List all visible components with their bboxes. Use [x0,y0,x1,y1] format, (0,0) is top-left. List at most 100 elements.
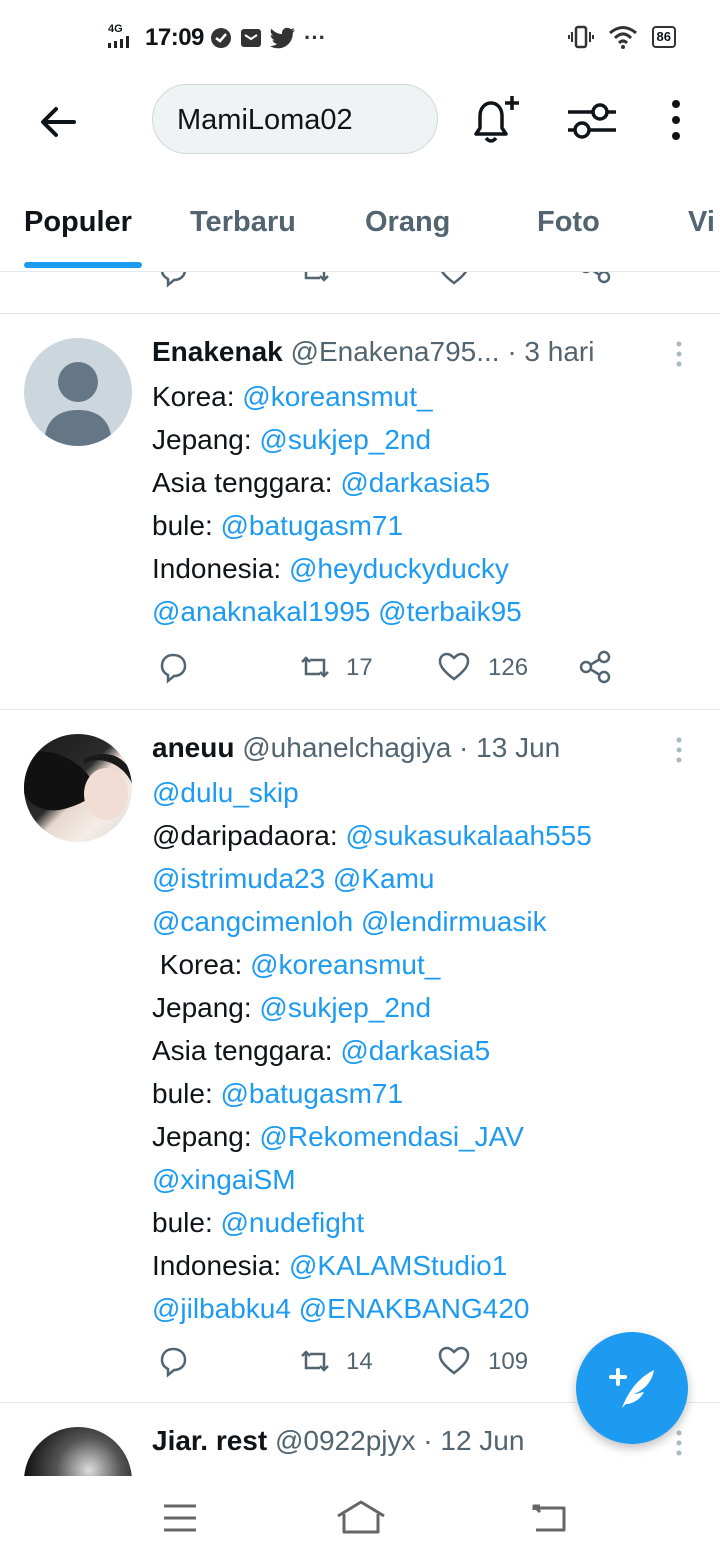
back-icon[interactable] [532,1502,568,1534]
tweet-text-line: Indonesia: @KALAMStudio1 [152,1249,507,1283]
tweet-text-line: Jepang: @Rekomendasi_JAV [152,1120,524,1154]
reply-icon[interactable] [156,272,190,288]
tab-terbaru[interactable]: Terbaru [190,206,296,239]
compose-tweet-button[interactable] [576,1332,688,1444]
user-handle[interactable]: @uhanelchagiya [242,732,451,763]
like-icon[interactable] [437,1344,471,1378]
back-arrow-icon[interactable] [36,100,80,144]
recent-apps-icon[interactable] [162,1502,198,1534]
text-segment: Korea: [152,949,251,980]
home-icon[interactable] [336,1498,386,1536]
mention-link[interactable]: @darkasia5 [340,467,490,498]
user-handle[interactable]: @Enakena795... [291,336,500,367]
like-icon[interactable] [437,272,471,288]
network-type: 4G [108,23,123,35]
mention-link[interactable]: @batugasm71 [221,1078,404,1109]
text-segment: Korea: [152,381,243,412]
mention-link[interactable]: @nudefight [221,1207,365,1238]
text-segment: bule: [152,510,221,541]
text-segment: Asia tenggara: [152,1035,341,1066]
tweet-time: · 13 Jun [459,732,561,763]
reply-icon[interactable] [156,650,190,684]
avatar[interactable] [24,734,132,842]
retweet-icon[interactable] [298,1344,332,1378]
tweet-text-line: Asia tenggara: @darkasia5 [152,466,490,500]
mention-link[interactable]: @sukjep_2nd [259,992,431,1023]
text-segment: Asia tenggara: [152,467,341,498]
text-segment: Jepang: [152,424,260,455]
tab-populer[interactable]: Populer [24,206,132,239]
retweet-icon[interactable] [298,272,332,288]
system-nav-bar [0,1476,720,1560]
tweet-feed[interactable]: 1 44 Enakenak @Enakena795... · 3 hari 17… [0,272,720,1476]
search-query: MamiLoma02 [177,104,353,136]
mention-link[interactable]: @Rekomendasi_JAV [259,1121,523,1152]
share-icon[interactable] [578,650,612,684]
partial-tweet-actions: 1 44 [0,272,720,294]
vibrate-icon [567,25,594,49]
tweet-text-line: Jepang: @sukjep_2nd [152,423,431,457]
tab-video[interactable]: Vi [688,206,715,239]
tweet-card[interactable]: Enakenak @Enakena795... · 3 hari 17 126 … [0,314,720,710]
status-bar: 4G 17:09 ··· 86 [0,0,720,78]
mention-link[interactable]: @sukasukalaah555 [345,820,591,851]
mention-link[interactable]: @cangcimenloh @lendirmuasik [152,906,547,937]
search-tabs: Populer Terbaru Orang Foto Vi [0,168,720,272]
tweet-text-line: @daripadaora: @sukasukalaah555 [152,819,592,853]
mention-link[interactable]: @koreansmut_ [250,949,440,980]
share-icon[interactable] [578,272,612,284]
check-circle-icon [211,28,231,48]
mention-link[interactable]: @heyduckyducky [289,553,509,584]
mention-link[interactable]: @jilbabku4 @ENAKBANG420 [152,1293,529,1324]
tweet-text-line: @dulu_skip [152,776,299,810]
tweet-header: Enakenak @Enakena795... · 3 hari [152,336,662,368]
avatar[interactable] [24,338,132,446]
reply-icon[interactable] [156,1344,190,1378]
mention-link[interactable]: @darkasia5 [340,1035,490,1066]
text-segment: @daripadaora: [152,820,346,851]
filter-sliders-icon[interactable] [566,98,618,144]
search-input[interactable]: MamiLoma02 [152,84,438,154]
tweet-text-line: bule: @batugasm71 [152,1077,403,1111]
tweet-menu-icon[interactable] [672,736,686,766]
mention-link[interactable]: @koreansmut_ [242,381,432,412]
mention-link[interactable]: @istrimuda23 @Kamu [152,863,435,894]
tweet-menu-icon[interactable] [672,340,686,370]
mention-link[interactable]: @anaknakal1995 @terbaik95 [152,596,522,627]
mention-link[interactable]: @dulu_skip [152,777,299,808]
avatar[interactable] [24,1427,132,1476]
tweet-text-line: @istrimuda23 @Kamu [152,862,435,896]
bell-plus-icon[interactable] [466,92,522,148]
compose-feather-plus-icon [609,1368,654,1408]
retweet-count: 17 [346,654,373,681]
text-segment: bule: [152,1078,221,1109]
display-name[interactable]: Enakenak [152,336,283,367]
tweet-text-line: Korea: @koreansmut_ [152,948,441,982]
user-handle[interactable]: @0922pjyx [275,1425,416,1456]
wifi-icon [608,26,637,49]
clock: 17:09 [145,24,204,51]
tweet-text-line: bule: @nudefight [152,1206,364,1240]
tab-foto[interactable]: Foto [537,206,600,239]
like-count: 44 [488,272,515,276]
tweet-time: · 3 hari [507,336,595,367]
mention-link[interactable]: @sukjep_2nd [259,424,431,455]
mention-link[interactable]: @batugasm71 [221,510,404,541]
tweet-text-line: @jilbabku4 @ENAKBANG420 [152,1292,529,1326]
twitter-bird-icon [270,27,295,49]
retweet-icon[interactable] [298,650,332,684]
display-name[interactable]: Jiar. rest [152,1425,267,1456]
tweet-header: aneuu @uhanelchagiya · 13 Jun [152,732,662,764]
like-icon[interactable] [437,650,471,684]
tweet-card[interactable]: aneuu @uhanelchagiya · 13 Jun 14 109 @du… [0,710,720,1402]
text-segment: Indonesia: [152,553,289,584]
active-tab-indicator [24,262,142,268]
tweet-text-line: @xingaiSM [152,1163,296,1197]
more-dots-icon: ··· [304,25,326,50]
tab-orang[interactable]: Orang [365,206,450,239]
text-segment: Indonesia: [152,1250,289,1281]
display-name[interactable]: aneuu [152,732,234,763]
overflow-menu-icon[interactable] [660,98,692,142]
mention-link[interactable]: @xingaiSM [152,1164,296,1195]
mention-link[interactable]: @KALAMStudio1 [289,1250,507,1281]
